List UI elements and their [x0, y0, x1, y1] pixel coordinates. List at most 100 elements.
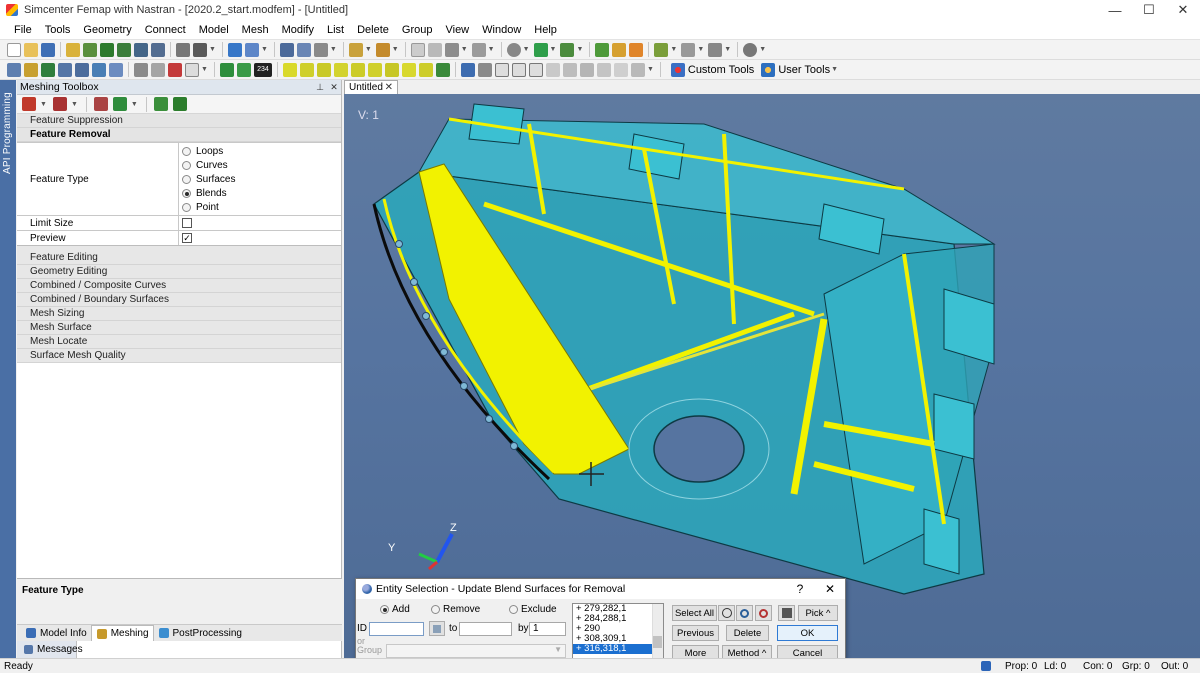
chevron-down-icon[interactable]: ▼: [724, 46, 731, 53]
radio-surfaces[interactable]: Surfaces: [182, 172, 341, 186]
mesh-toolbox-icon[interactable]: [595, 42, 610, 57]
tab-messages[interactable]: Messages: [17, 641, 83, 658]
section-feature-suppression[interactable]: Feature Suppression: [17, 114, 341, 128]
view-back-icon[interactable]: [562, 62, 577, 77]
radio-button[interactable]: [182, 146, 191, 156]
chevron-down-icon[interactable]: ▼: [523, 46, 530, 53]
circle-icon[interactable]: [506, 42, 521, 57]
id-filter-button[interactable]: [429, 621, 445, 636]
delete-button[interactable]: Delete: [726, 625, 769, 641]
panel-icon[interactable]: [109, 62, 123, 77]
section-geometry-editing[interactable]: Geometry Editing: [17, 265, 341, 279]
menu-help[interactable]: Help: [528, 24, 564, 36]
vise-icon[interactable]: [151, 62, 165, 77]
section-mesh-surface[interactable]: Mesh Surface: [17, 321, 341, 335]
print-icon[interactable]: [193, 42, 207, 57]
red-tool-icon[interactable]: [168, 62, 182, 77]
gear-icon[interactable]: [743, 42, 758, 57]
radio-button-selected[interactable]: [182, 189, 191, 199]
chevron-down-icon[interactable]: ▼: [576, 46, 583, 53]
open-folder-icon[interactable]: [24, 42, 38, 57]
chevron-down-icon[interactable]: ▼: [261, 46, 268, 53]
eraser-icon[interactable]: [629, 42, 644, 57]
user-tools-button[interactable]: User Tools: [761, 62, 830, 77]
menu-group[interactable]: Group: [396, 24, 440, 36]
window-tile-icon[interactable]: [708, 42, 723, 57]
limit-size-checkbox[interactable]: [182, 218, 192, 228]
toolbox-add-icon[interactable]: [112, 97, 127, 111]
tab-untitled-view[interactable]: Untitled ✕: [344, 80, 398, 94]
radio-button[interactable]: [431, 605, 440, 614]
ok-button[interactable]: OK: [777, 625, 838, 641]
geometry-point-icon[interactable]: [66, 42, 80, 57]
tab-meshing[interactable]: Meshing: [90, 625, 154, 641]
menu-connect[interactable]: Connect: [139, 24, 193, 36]
layers-icon[interactable]: [654, 42, 669, 57]
section-feature-editing[interactable]: Feature Editing: [17, 251, 341, 265]
chevron-down-icon[interactable]: ▼: [461, 46, 468, 53]
chevron-down-icon[interactable]: ▼: [71, 101, 78, 108]
chevron-down-icon[interactable]: ▼: [209, 46, 216, 53]
feature-surface-icon[interactable]: [316, 62, 331, 77]
pin-panel-icon[interactable]: ⊥: [313, 82, 327, 93]
grid-icon[interactable]: [681, 42, 696, 57]
zoom-icon[interactable]: [736, 605, 753, 621]
mesh-grid-icon[interactable]: [100, 42, 114, 57]
feature-cut-icon[interactable]: [418, 62, 433, 77]
graphics-viewport[interactable]: V: 1 Z Y: [344, 94, 1200, 658]
chart-icon[interactable]: [58, 62, 72, 77]
menu-modify[interactable]: Modify: [276, 24, 321, 36]
minimize-button[interactable]: —: [1098, 0, 1132, 20]
save-icon[interactable]: [41, 42, 55, 57]
chevron-down-icon[interactable]: ▼: [131, 101, 138, 108]
close-window-button[interactable]: ✕: [1166, 0, 1200, 20]
highlight-icon[interactable]: [755, 605, 772, 621]
menu-delete[interactable]: Delete: [351, 24, 396, 36]
dialog-close-button[interactable]: ✕: [815, 582, 845, 596]
radio-button[interactable]: [182, 160, 191, 170]
cube-icon[interactable]: [313, 42, 328, 57]
view-capture-icon[interactable]: [630, 62, 645, 77]
toolbox-tool-icon[interactable]: [22, 97, 36, 111]
close-view-icon[interactable]: ✕: [385, 82, 393, 93]
close-panel-icon[interactable]: ✕: [327, 82, 341, 93]
section-mesh-locate[interactable]: Mesh Locate: [17, 335, 341, 349]
tab-postprocessing[interactable]: PostProcessing: [154, 625, 246, 641]
copy-icon[interactable]: [176, 42, 190, 57]
ruler-icon[interactable]: [348, 42, 363, 57]
view-options-icon[interactable]: [41, 62, 55, 77]
axes-icon[interactable]: [560, 42, 575, 57]
feature-point-icon[interactable]: [282, 62, 297, 77]
select-dots-icon[interactable]: [444, 42, 459, 57]
contour-icon[interactable]: [75, 62, 89, 77]
menu-model[interactable]: Model: [193, 24, 236, 36]
chevron-down-icon[interactable]: ▼: [392, 46, 399, 53]
menu-mesh[interactable]: Mesh: [236, 24, 276, 36]
view-front-icon[interactable]: [545, 62, 560, 77]
view-iso-icon[interactable]: [579, 62, 594, 77]
custom-tools-button[interactable]: Custom Tools: [670, 62, 754, 77]
list-icon[interactable]: [279, 42, 294, 57]
select-window-icon[interactable]: [427, 42, 442, 57]
chevron-down-icon[interactable]: ▼: [330, 46, 337, 53]
chevron-down-icon[interactable]: ▼: [697, 46, 704, 53]
feature-solid-icon[interactable]: [435, 62, 450, 77]
radio-blends[interactable]: Blends: [182, 187, 341, 201]
tab-model-info[interactable]: Model Info: [21, 625, 91, 641]
pencil-icon[interactable]: [612, 42, 627, 57]
feature-combine-icon[interactable]: [384, 62, 399, 77]
section-feature-removal[interactable]: Feature Removal: [17, 128, 341, 142]
selection-list[interactable]: + 279,282,1 + 284,288,1 + 290 + 308,309,…: [572, 603, 664, 663]
chevron-down-icon[interactable]: ▼: [647, 66, 654, 73]
grid-view-2-icon[interactable]: [511, 62, 526, 77]
mesh-quad-icon[interactable]: [134, 42, 148, 57]
view-home-icon[interactable]: [596, 62, 611, 77]
radio-point[interactable]: Point: [182, 201, 341, 215]
to-input[interactable]: [459, 622, 512, 636]
entity-select-icon[interactable]: [185, 62, 199, 77]
by-input[interactable]: 1: [529, 622, 566, 636]
mesh-triangle-icon[interactable]: [151, 42, 165, 57]
scrollbar-thumb[interactable]: [653, 636, 662, 648]
id-input[interactable]: [369, 622, 424, 636]
toolbox-options-icon[interactable]: [52, 97, 67, 111]
